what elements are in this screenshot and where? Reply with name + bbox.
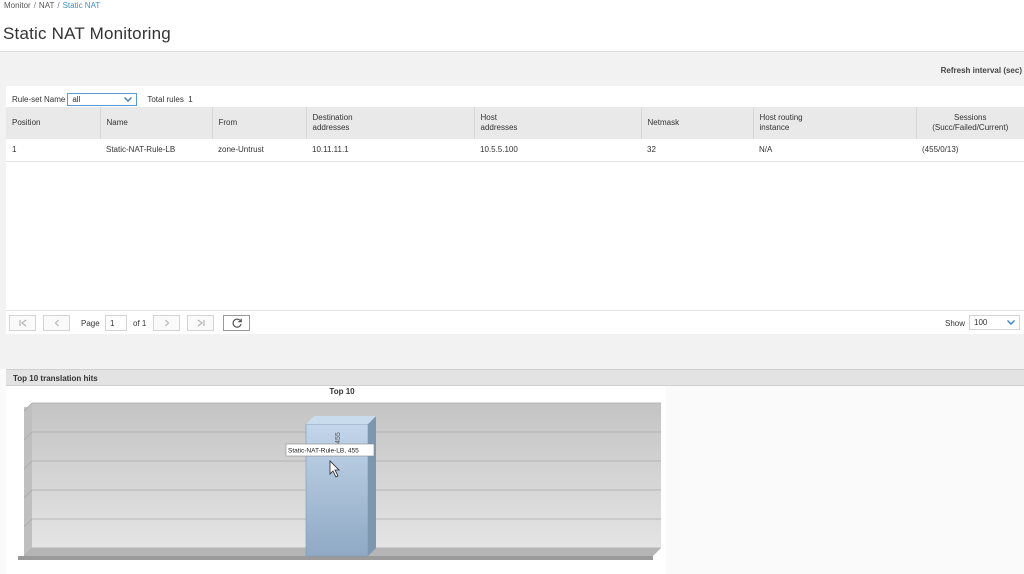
chart-section-title: Top 10 translation hits <box>13 374 98 383</box>
column-header-sessions-line2: (Succ/Failed/Current) <box>932 123 1009 132</box>
last-page-button[interactable] <box>187 315 214 331</box>
column-header-name[interactable]: Name <box>99 107 212 139</box>
page-size-value: 100 <box>974 318 988 327</box>
rule-set-select[interactable]: all <box>67 92 138 106</box>
column-header-from[interactable]: From <box>211 107 306 139</box>
bar-data-label: 455 <box>335 432 342 444</box>
column-header-destination-line2: addresses <box>312 123 350 132</box>
breadcrumb-static-nat[interactable]: Static NAT <box>63 1 101 10</box>
column-header-host-line1: Host <box>480 113 497 122</box>
rule-set-label: Rule-set Name <box>12 94 66 104</box>
page-label: Page <box>81 319 100 328</box>
cell-destination: 10.11.11.1 <box>306 139 474 162</box>
chevron-down-icon <box>124 96 133 102</box>
column-header-destination-line1: Destination <box>312 113 353 122</box>
next-page-button[interactable] <box>153 315 180 331</box>
total-rules-value: 1 <box>188 94 193 104</box>
breadcrumb-monitor[interactable]: Monitor <box>4 1 31 10</box>
chevron-left-icon <box>54 319 59 327</box>
rules-table: Position Name From Destination addresses … <box>6 107 1024 162</box>
cell-name: Static-NAT-Rule-LB <box>100 139 212 162</box>
plot-side-wall <box>24 403 32 556</box>
first-page-icon <box>18 319 26 327</box>
tooltip-text: Static-NAT-Rule-LB, 455 <box>288 448 359 455</box>
last-page-icon <box>197 319 205 327</box>
table-header-row: Position Name From Destination addresses … <box>6 107 1024 139</box>
page-number-input[interactable]: 1 <box>105 315 127 331</box>
cell-position: 1 <box>6 139 100 162</box>
column-header-host[interactable]: Host addresses <box>473 107 641 139</box>
previous-page-button[interactable] <box>43 315 70 331</box>
cell-routing: N/A <box>753 139 916 162</box>
rules-panel: Rule-set Name all Total rules 1 Position… <box>6 86 1024 334</box>
breadcrumb-separator: / <box>33 1 36 10</box>
refresh-interval-label: Refresh interval (sec) <box>940 66 1022 75</box>
table-row[interactable]: 1 Static-NAT-Rule-LB zone-Untrust 10.11.… <box>6 139 1024 162</box>
cell-from: zone-Untrust <box>212 139 306 162</box>
show-label: Show <box>944 319 965 328</box>
breadcrumb-nat[interactable]: NAT <box>39 1 54 10</box>
breadcrumb-separator: / <box>57 1 60 10</box>
column-header-routing-line1: Host routing <box>759 113 803 122</box>
first-page-button[interactable] <box>9 315 36 331</box>
chevron-down-icon <box>1007 320 1015 325</box>
top10-bar-chart: Top 10 455 Static-NAT-Rule-LB, 455 <box>18 387 661 560</box>
column-header-position[interactable]: Position <box>6 107 100 139</box>
rule-set-value: all <box>72 94 81 104</box>
column-header-routing[interactable]: Host routing instance <box>752 107 916 139</box>
page-size-select[interactable]: 100 <box>969 315 1020 330</box>
filter-row: Rule-set Name all Total rules 1 <box>12 92 193 106</box>
chart-title: Top 10 <box>329 387 355 396</box>
cell-host: 10.5.5.100 <box>474 139 641 162</box>
breadcrumb: Monitor / NAT / Static NAT <box>4 1 100 10</box>
page-title: Static NAT Monitoring <box>3 24 171 43</box>
bar-top <box>306 416 376 425</box>
total-rules-label: Total rules <box>147 94 184 104</box>
chart-section-header: Top 10 translation hits <box>6 369 1024 386</box>
cell-netmask: 32 <box>641 139 753 162</box>
column-header-netmask[interactable]: Netmask <box>640 107 753 139</box>
column-header-host-line2: addresses <box>480 123 518 132</box>
chart-area: Top 10 455 Static-NAT-Rule-LB, 455 <box>6 386 666 574</box>
refresh-icon <box>232 318 242 328</box>
total-rules: Total rules 1 <box>147 95 192 104</box>
bar-side <box>368 416 376 556</box>
column-header-sessions[interactable]: Sessions (Succ/Failed/Current) <box>915 107 1024 139</box>
pagination-bar: Page 1 of 1 Show 100 <box>6 310 1024 334</box>
plot-base <box>18 556 653 560</box>
column-header-destination[interactable]: Destination addresses <box>305 107 474 139</box>
chevron-right-icon <box>164 319 169 327</box>
column-header-routing-line2: instance <box>759 123 790 132</box>
page-count-label: of 1 <box>133 319 147 328</box>
refresh-button[interactable] <box>223 315 250 331</box>
column-header-sessions-line1: Sessions <box>954 113 987 122</box>
cell-sessions: (455/0/13) <box>916 139 1024 162</box>
